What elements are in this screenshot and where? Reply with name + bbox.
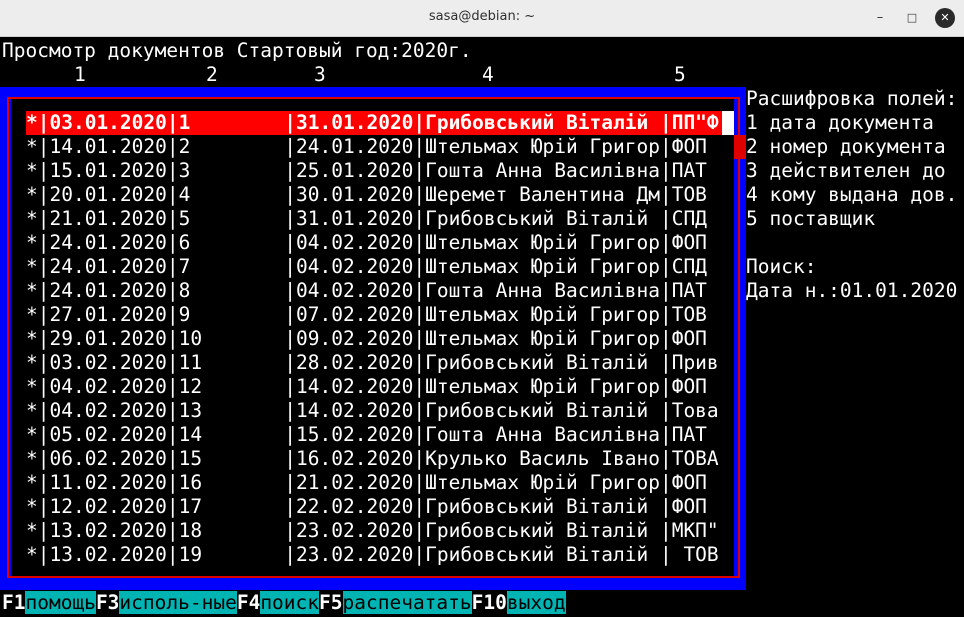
legend-title: Расшифровка полей: bbox=[746, 87, 958, 110]
table-row[interactable]: *|20.01.2020|4 |30.01.2020|Шеремет Вален… bbox=[26, 183, 722, 207]
document-list[interactable]: *|03.01.2020|1 |31.01.2020|Грибовський В… bbox=[26, 111, 722, 567]
table-row[interactable]: *|14.01.2020|2 |24.01.2020|Штельмах Юрій… bbox=[26, 135, 722, 159]
maximize-icon[interactable]: □ bbox=[902, 8, 922, 28]
legend-panel: Расшифровка полей: 1 дата документа 2 но… bbox=[746, 87, 957, 303]
table-row[interactable]: *|13.02.2020|19 |23.02.2020|Грибовський … bbox=[26, 543, 722, 567]
column-number-3: 3 bbox=[314, 63, 326, 86]
f5-key[interactable]: F5 bbox=[319, 591, 342, 614]
legend-item: 5 поставщик bbox=[746, 207, 876, 230]
window-title: sasa@debian: ~ bbox=[428, 9, 536, 24]
text-cursor bbox=[722, 111, 734, 135]
f4-search-button[interactable]: поиск bbox=[260, 591, 320, 614]
table-row[interactable]: *|04.02.2020|13 |14.02.2020|Грибовський … bbox=[26, 399, 722, 423]
legend-item: 2 номер документа bbox=[746, 135, 946, 158]
table-row[interactable]: *|24.01.2020|6 |04.02.2020|Штельмах Юрій… bbox=[26, 231, 722, 255]
table-row[interactable]: *|21.01.2020|5 |31.01.2020|Грибовський В… bbox=[26, 207, 722, 231]
table-row[interactable]: *|24.01.2020|8 |04.02.2020|Гошта Анна Ва… bbox=[26, 279, 722, 303]
table-row[interactable]: *|11.02.2020|16 |21.02.2020|Штельмах Юрі… bbox=[26, 471, 722, 495]
legend-item: 1 дата документа bbox=[746, 111, 934, 134]
window-titlebar: sasa@debian: ~ – □ ✕ bbox=[0, 0, 964, 37]
f5-print-button[interactable]: распечатать bbox=[342, 591, 472, 614]
table-row[interactable]: *|06.02.2020|15 |16.02.2020|Крулько Васи… bbox=[26, 447, 722, 471]
scrollbar-thumb[interactable] bbox=[734, 135, 746, 159]
table-row[interactable]: *|27.01.2020|9 |07.02.2020|Штельмах Юрій… bbox=[26, 303, 722, 327]
column-number-2: 2 bbox=[206, 63, 218, 86]
f1-help-button[interactable]: помощь bbox=[25, 591, 96, 614]
column-number-4: 4 bbox=[482, 63, 494, 86]
header-line: Просмотр документов Стартовый год:2020г. bbox=[2, 39, 472, 62]
search-value: Дата н.:01.01.2020 bbox=[746, 279, 958, 302]
table-row[interactable]: *|12.02.2020|17 |22.02.2020|Грибовський … bbox=[26, 495, 722, 519]
column-number-5: 5 bbox=[674, 63, 686, 86]
legend-item: 4 кому выдана дов. bbox=[746, 183, 958, 206]
f1-key[interactable]: F1 bbox=[2, 591, 25, 614]
f3-key[interactable]: F3 bbox=[96, 591, 119, 614]
table-row[interactable]: *|13.02.2020|18 |23.02.2020|Грибовський … bbox=[26, 519, 722, 543]
table-row-selected[interactable]: *|03.01.2020|1 |31.01.2020|Грибовський В… bbox=[26, 111, 722, 135]
f3-used-button[interactable]: исполь-ные bbox=[119, 591, 237, 614]
table-row[interactable]: *|24.01.2020|7 |04.02.2020|Штельмах Юрій… bbox=[26, 255, 722, 279]
function-key-bar: F1помощьF3исполь-ныеF4поискF5распечатать… bbox=[2, 591, 566, 615]
f10-key[interactable]: F10 bbox=[472, 591, 507, 614]
search-label: Поиск: bbox=[746, 255, 817, 278]
f4-key[interactable]: F4 bbox=[237, 591, 260, 614]
legend-item: 3 действителен до bbox=[746, 159, 946, 182]
close-icon[interactable]: ✕ bbox=[935, 8, 955, 28]
table-row[interactable]: *|29.01.2020|10 |09.02.2020|Штельмах Юрі… bbox=[26, 327, 722, 351]
table-row[interactable]: *|04.02.2020|12 |14.02.2020|Штельмах Юрі… bbox=[26, 375, 722, 399]
table-row[interactable]: *|03.02.2020|11 |28.02.2020|Грибовський … bbox=[26, 351, 722, 375]
table-row[interactable]: *|05.02.2020|14 |15.02.2020|Гошта Анна В… bbox=[26, 423, 722, 447]
column-number-1: 1 bbox=[74, 63, 86, 86]
table-row[interactable]: *|15.01.2020|3 |25.01.2020|Гошта Анна Ва… bbox=[26, 159, 722, 183]
f10-exit-button[interactable]: выход bbox=[506, 591, 566, 614]
minimize-icon[interactable]: – bbox=[870, 8, 890, 28]
